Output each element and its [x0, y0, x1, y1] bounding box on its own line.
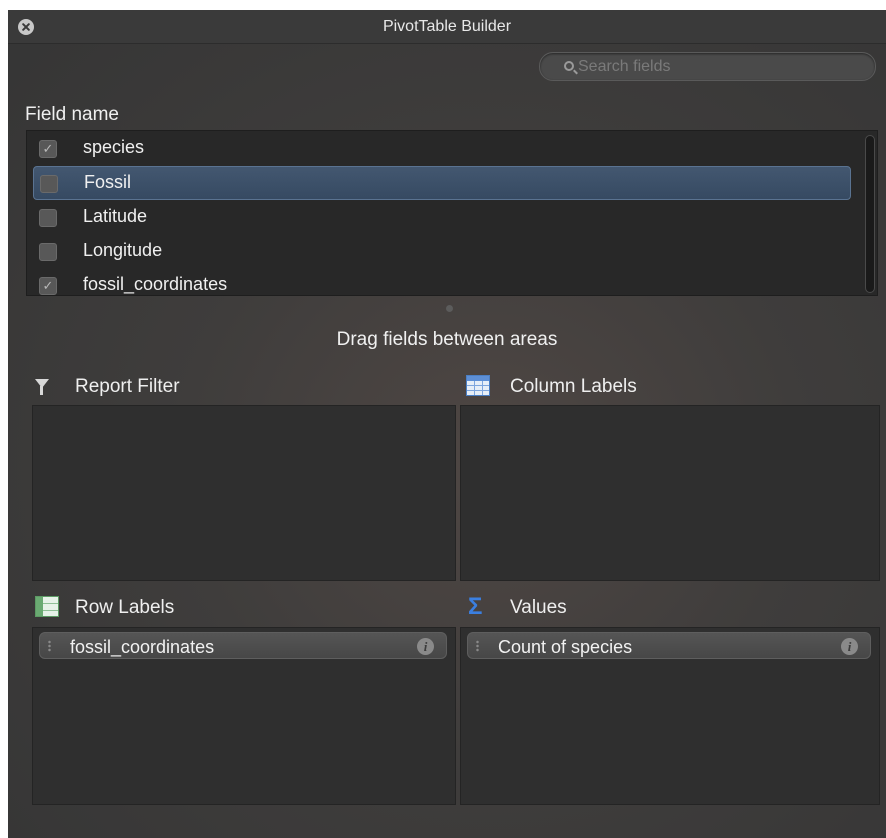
drag-grip-icon[interactable] — [48, 640, 51, 652]
checkbox-fossil-coordinates[interactable]: ✓ — [39, 277, 57, 295]
field-item-fossil[interactable]: Fossil — [33, 166, 851, 200]
value-field-pill[interactable]: Count of species i — [467, 632, 871, 659]
values-area[interactable]: Count of species i — [460, 627, 880, 805]
report-filter-header: Report Filter — [35, 373, 335, 399]
row-labels-area[interactable]: fossil_coordinates i — [32, 627, 456, 805]
filter-icon — [35, 379, 49, 395]
window-title: PivotTable Builder — [382, 18, 512, 35]
field-list-scrollbar[interactable] — [865, 135, 875, 293]
field-label: Longitude — [83, 240, 163, 260]
field-label: Fossil — [84, 172, 132, 192]
column-grid-icon — [466, 375, 490, 396]
pill-label: fossil_coordinates — [70, 637, 215, 657]
drag-grip-icon[interactable] — [476, 640, 479, 652]
sigma-icon: Σ — [468, 593, 483, 620]
search-input[interactable] — [578, 56, 858, 78]
info-icon[interactable]: i — [417, 638, 434, 655]
info-icon[interactable]: i — [841, 638, 858, 655]
field-list[interactable]: ✓ species Fossil Latitude Longitude ✓ fo… — [26, 130, 878, 296]
drag-hint: Drag fields between areas — [336, 329, 558, 350]
checkbox-fossil[interactable] — [40, 175, 58, 193]
search-field[interactable] — [539, 52, 876, 81]
column-labels-label: Column Labels — [510, 376, 637, 397]
field-name-header: Field name — [25, 104, 119, 125]
field-item-longitude[interactable]: Longitude — [27, 234, 857, 268]
field-label: Latitude — [83, 206, 148, 226]
values-header: Σ Values — [466, 593, 766, 620]
title-bar[interactable]: PivotTable Builder — [8, 10, 886, 44]
pill-label: Count of species — [498, 637, 633, 657]
search-icon — [564, 61, 574, 71]
checkbox-longitude[interactable] — [39, 243, 57, 261]
row-grid-icon — [35, 596, 59, 617]
field-item-fossil-coordinates[interactable]: ✓ fossil_coordinates — [27, 268, 857, 295]
splitter-handle[interactable] — [446, 305, 453, 312]
column-labels-header: Column Labels — [466, 373, 766, 399]
checkbox-latitude[interactable] — [39, 209, 57, 227]
column-labels-area[interactable] — [460, 405, 880, 581]
field-item-species[interactable]: ✓ species — [27, 131, 857, 165]
field-label: species — [83, 137, 145, 157]
report-filter-area[interactable] — [32, 405, 456, 581]
pivottable-builder-window: PivotTable Builder Field name ✓ species … — [8, 10, 886, 838]
checkbox-species[interactable]: ✓ — [39, 140, 57, 158]
row-labels-header: Row Labels — [35, 594, 335, 620]
row-field-pill[interactable]: fossil_coordinates i — [39, 632, 447, 659]
report-filter-label: Report Filter — [75, 376, 180, 397]
field-label: fossil_coordinates — [83, 274, 228, 294]
row-labels-label: Row Labels — [75, 597, 175, 618]
values-label: Values — [510, 597, 567, 618]
field-item-latitude[interactable]: Latitude — [27, 200, 857, 234]
